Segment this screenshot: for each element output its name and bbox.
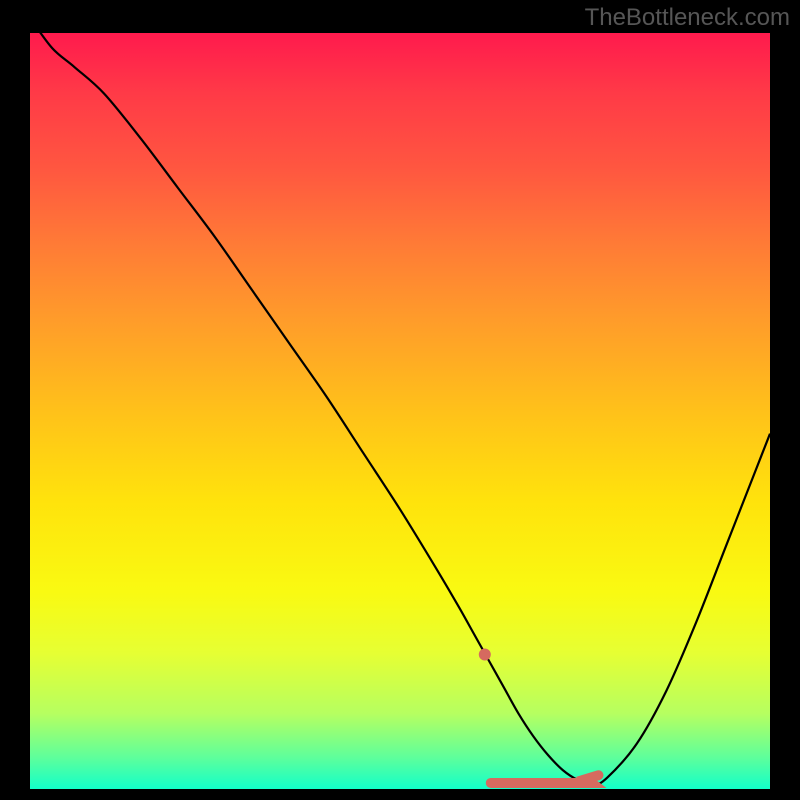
watermark-text: TheBottleneck.com bbox=[585, 4, 790, 32]
highlight-bar bbox=[491, 775, 599, 783]
plot-area bbox=[30, 33, 770, 789]
chart-container: TheBottleneck.com bbox=[0, 0, 800, 800]
bottleneck-curve bbox=[30, 33, 770, 785]
chart-svg bbox=[30, 33, 770, 789]
highlight-start-dot bbox=[479, 648, 491, 660]
